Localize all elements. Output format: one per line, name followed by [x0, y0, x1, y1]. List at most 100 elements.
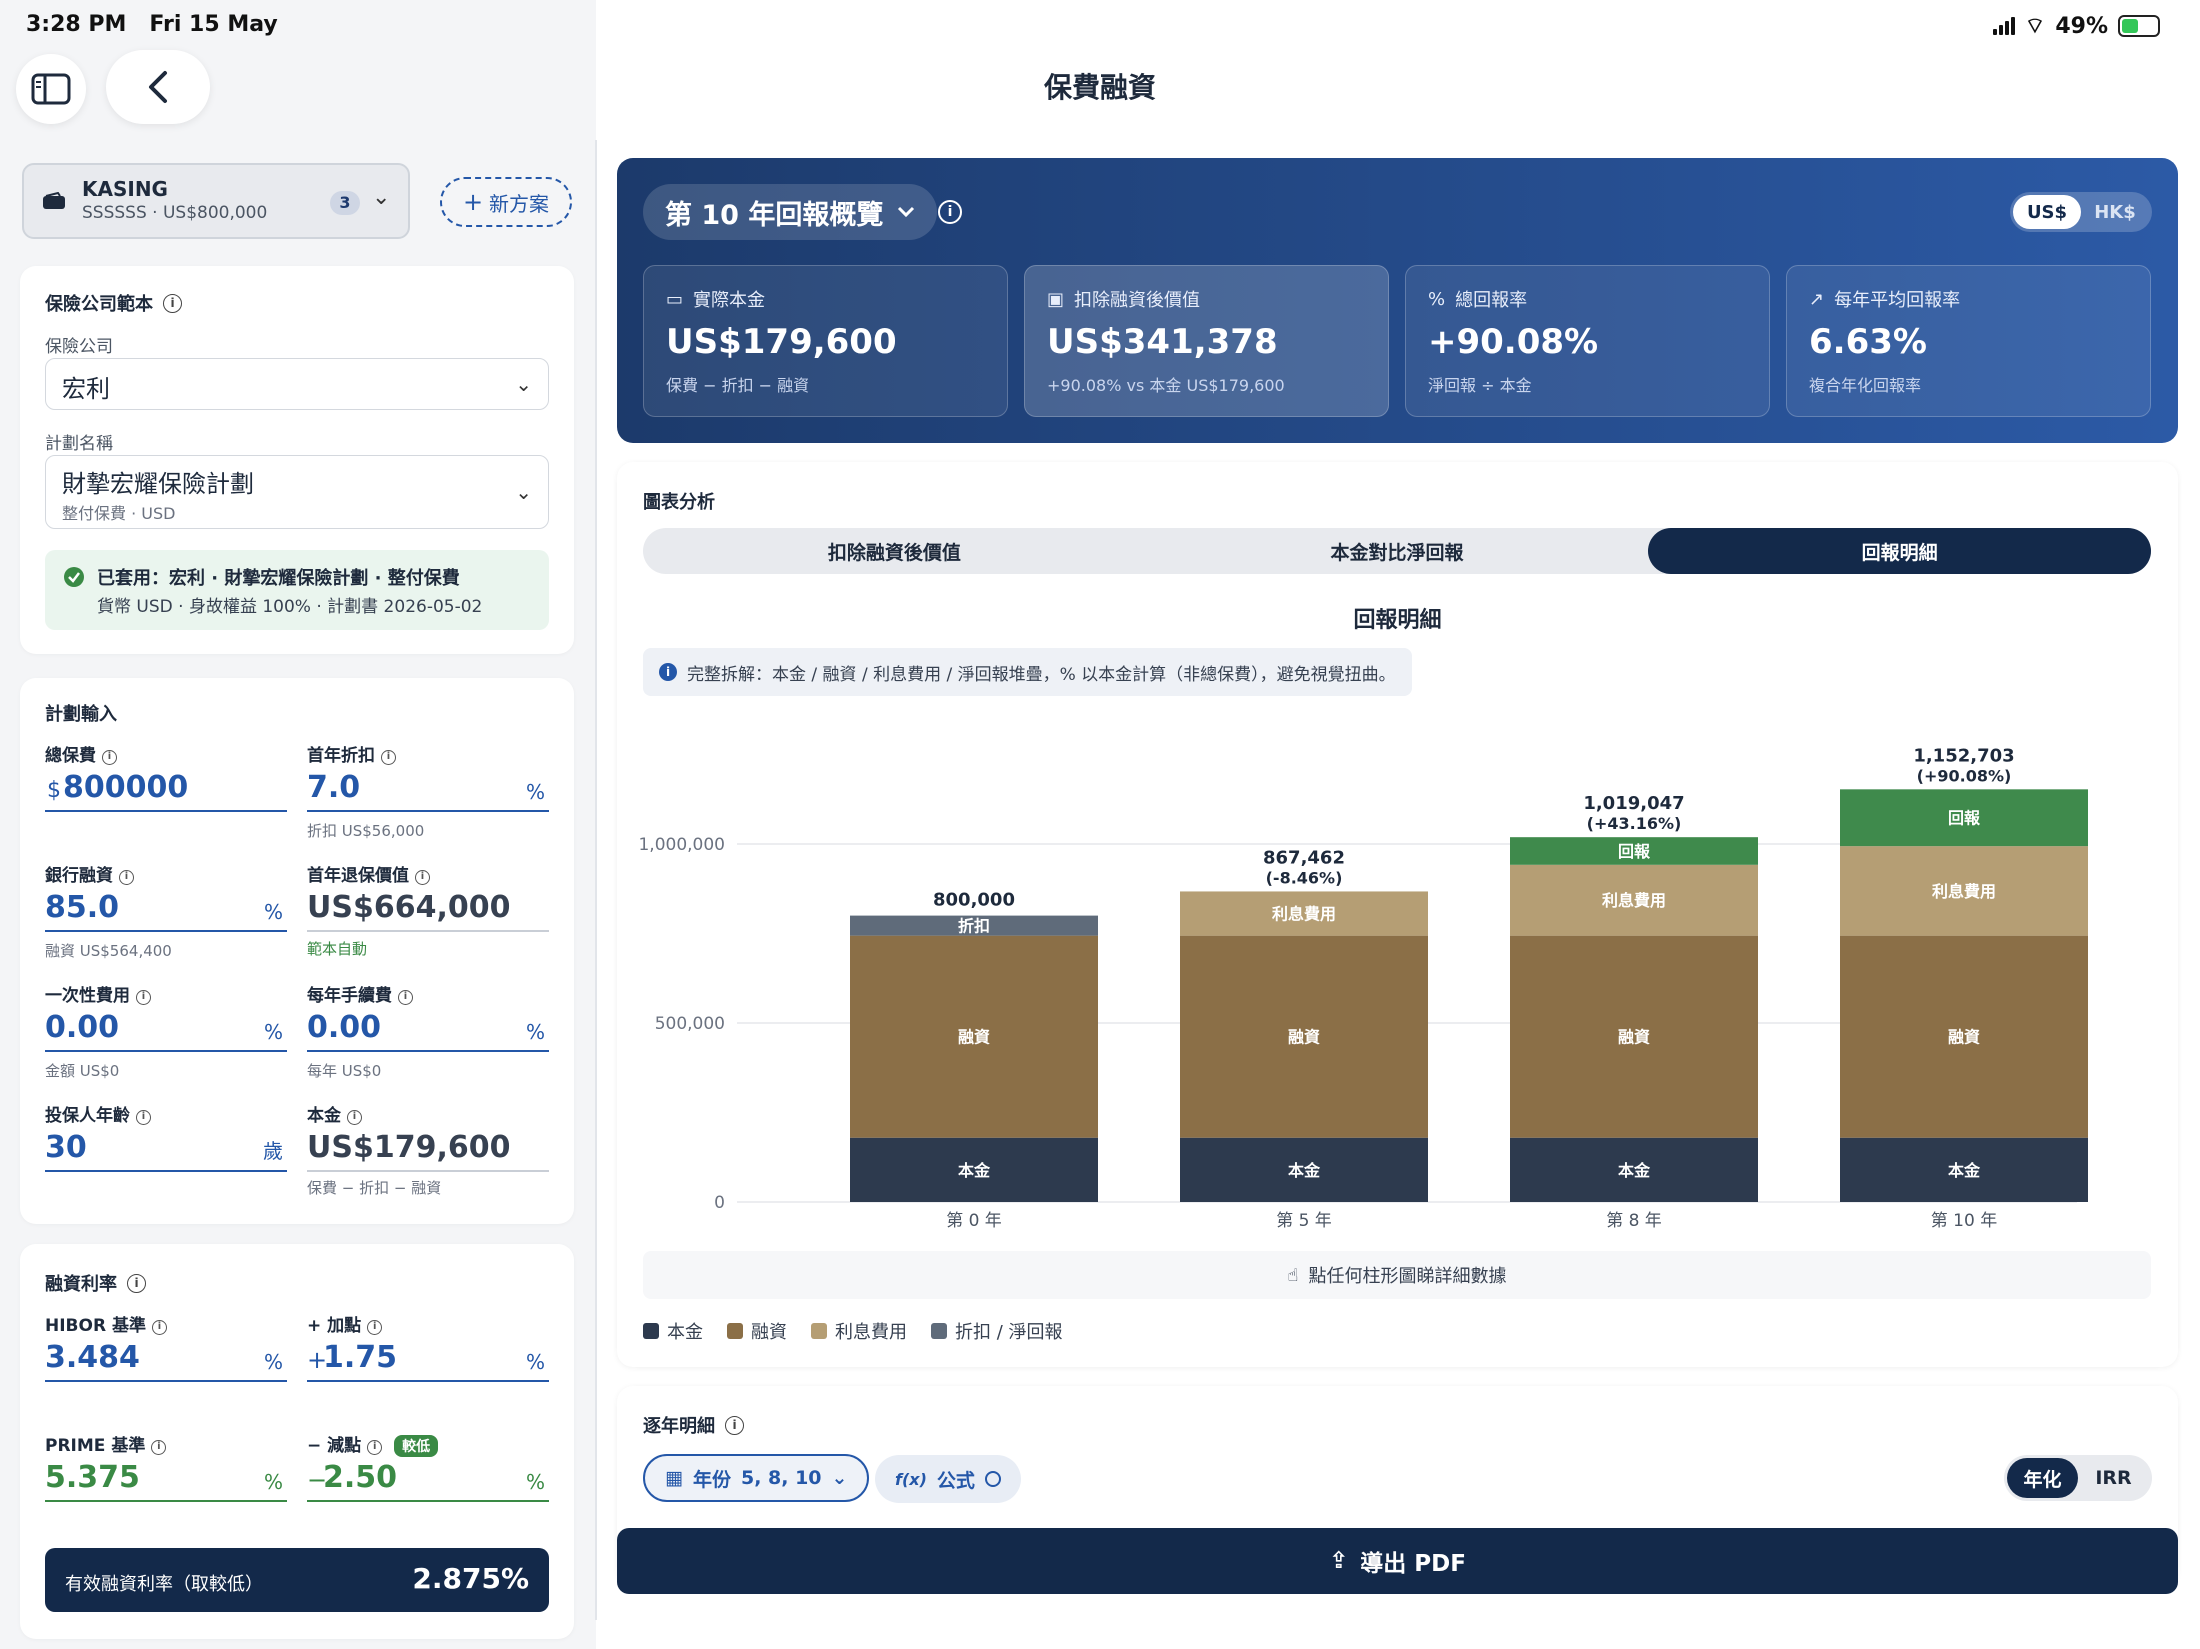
- currency-hkd[interactable]: HK$: [2081, 195, 2149, 229]
- info-icon[interactable]: i: [938, 200, 962, 224]
- x-tick-label: 第 5 年: [1276, 1211, 1332, 1231]
- year-overview-dropdown[interactable]: 第 10 年回報概覽: [643, 184, 938, 240]
- return-mode-toggle: 年化 IRR: [2004, 1455, 2152, 1501]
- prime-input[interactable]: 5.375 %: [45, 1456, 287, 1502]
- effective-rate-bar: 有效融資利率（取較低） 2.875%: [45, 1548, 549, 1612]
- bar-segment-label: 折扣: [958, 917, 990, 936]
- bar-segment-label: 本金: [1288, 1161, 1321, 1180]
- plus-spread-label: + 加點 i: [307, 1311, 383, 1336]
- discount-input[interactable]: 7.0 %: [307, 766, 549, 812]
- tab-net-value[interactable]: 扣除融資後價值: [643, 528, 1146, 574]
- currency-prefix: $: [47, 778, 61, 803]
- info-icon[interactable]: i: [136, 1110, 151, 1125]
- info-icon[interactable]: i: [398, 990, 413, 1005]
- mode-irr[interactable]: IRR: [2078, 1458, 2149, 1498]
- surrender-hint: 範本自動: [307, 940, 368, 958]
- trend-icon: ↗: [1809, 288, 1825, 310]
- info-icon[interactable]: i: [367, 1320, 383, 1335]
- new-plan-button[interactable]: + 新方案: [440, 177, 572, 227]
- annual-fee-input[interactable]: 0.00 %: [307, 1006, 549, 1052]
- chart-title: 回報明細: [1353, 608, 1442, 633]
- one-off-fee-unit: %: [263, 1020, 283, 1044]
- yearly-detail-title: 逐年明細 i: [643, 1412, 744, 1438]
- plus-spread-input[interactable]: + 1.75 %: [307, 1336, 549, 1382]
- one-off-fee-input[interactable]: 0.00 %: [45, 1006, 287, 1052]
- kpi-value: +90.08%: [1428, 322, 1599, 362]
- function-icon: f(x): [895, 1469, 927, 1489]
- tab-principal-vs-return[interactable]: 本金對比淨回報: [1146, 528, 1649, 574]
- chevron-down-icon: ⌄: [372, 185, 391, 210]
- surrender-label: 首年退保價值 i: [307, 861, 430, 886]
- plan-selector[interactable]: KASING SSSSSS · US$800,000 3 ⌄: [22, 163, 410, 239]
- info-icon[interactable]: i: [119, 870, 134, 885]
- kpi-title: 每年平均回報率: [1834, 290, 1961, 311]
- insurer-select[interactable]: 宏利 ⌄: [45, 358, 549, 410]
- discount-value: 7.0: [307, 770, 361, 805]
- panel-divider: [595, 140, 597, 1620]
- calendar-icon: ▦: [665, 1467, 683, 1489]
- plan-name-label: 計劃名稱: [45, 434, 113, 454]
- minus-spread-input[interactable]: − 2.50 %: [307, 1456, 549, 1502]
- check-badge-icon: [63, 566, 85, 592]
- legend-swatch: [727, 1323, 743, 1339]
- bar-segment-label: 融資: [958, 1028, 990, 1047]
- info-icon[interactable]: i: [415, 870, 430, 885]
- prime-label: PRIME 基準 i: [45, 1431, 167, 1456]
- info-icon[interactable]: i: [367, 1440, 383, 1455]
- info-icon[interactable]: i: [102, 750, 117, 765]
- new-plan-label: 新方案: [489, 191, 550, 216]
- applied-title: 已套用：宏利 · 財摯宏耀保險計劃 · 整付保費: [97, 568, 460, 589]
- premium-input[interactable]: $ 800000: [45, 766, 287, 812]
- surrender-value-field: US$664,000: [307, 886, 549, 932]
- status-indicators: ⌔ 49%: [1992, 12, 2160, 40]
- legend-item: 利息費用: [811, 1318, 907, 1344]
- bar-segment-label: 融資: [1948, 1028, 1980, 1047]
- export-pdf-button[interactable]: ⇪ 導出 PDF: [617, 1528, 2178, 1594]
- financing-rate-title: 融資利率 i: [45, 1270, 146, 1296]
- year-filter-label: 年份: [692, 1468, 731, 1491]
- kpi-value: US$341,378: [1047, 322, 1278, 362]
- status-time: 3:28 PM Fri 15 May: [26, 12, 278, 37]
- info-icon[interactable]: i: [725, 1415, 744, 1435]
- age-input[interactable]: 30 歲: [45, 1126, 287, 1172]
- loan-input[interactable]: 85.0 %: [45, 886, 287, 932]
- formula-toggle[interactable]: f(x) 公式: [875, 1455, 1021, 1503]
- plus-spread-unit: %: [525, 1350, 545, 1374]
- bar-pct-label: (+43.16%): [1587, 814, 1682, 833]
- effective-rate-value: 2.875%: [412, 1562, 529, 1595]
- currency-usd[interactable]: US$: [2013, 195, 2081, 229]
- mode-annualized[interactable]: 年化: [2007, 1458, 2078, 1498]
- info-icon[interactable]: i: [163, 293, 182, 313]
- info-icon[interactable]: i: [381, 750, 396, 765]
- x-tick-label: 第 10 年: [1931, 1211, 1997, 1231]
- info-icon[interactable]: i: [347, 1110, 362, 1125]
- info-icon[interactable]: i: [136, 990, 151, 1005]
- info-icon[interactable]: i: [151, 1320, 167, 1335]
- minus-spread-unit: %: [525, 1470, 545, 1494]
- kpi-annual-return: ↗ 每年平均回報率 6.63% 複合年化回報率: [1786, 265, 2151, 417]
- kpi-total-return: % 總回報率 +90.08% 淨回報 ÷ 本金: [1405, 265, 1770, 417]
- bar-segment-label: 利息費用: [1272, 905, 1336, 924]
- bar-segment-label: 融資: [1288, 1028, 1320, 1047]
- tab-return-breakdown[interactable]: 回報明細: [1648, 528, 2152, 574]
- year-filter-button[interactable]: ▦ 年份 5, 8, 10 ⌄: [643, 1454, 870, 1502]
- kpi-value: 6.63%: [1809, 322, 1927, 362]
- kpi-title: 實際本金: [693, 290, 766, 311]
- kpi-sub: 複合年化回報率: [1809, 376, 1922, 395]
- info-icon[interactable]: i: [127, 1273, 146, 1293]
- legend-item: 本金: [643, 1318, 703, 1344]
- export-pdf-label: 導出 PDF: [1360, 1551, 1466, 1577]
- x-tick-label: 第 0 年: [946, 1211, 1002, 1231]
- hibor-input[interactable]: 3.484 %: [45, 1336, 287, 1382]
- plan-count-badge: 3: [330, 191, 360, 215]
- template-title: 保險公司範本 i: [45, 290, 182, 316]
- kpi-value: US$179,600: [666, 322, 897, 362]
- info-icon[interactable]: i: [151, 1440, 167, 1455]
- wallet-icon: [42, 191, 66, 215]
- chevron-down-icon: [898, 206, 915, 218]
- return-breakdown-chart[interactable]: 0 500,000 1,000,000 本金 融資 折扣 800,000 第 0 年 本金 融資 利…: [617, 700, 2178, 1240]
- plan-name-select[interactable]: 財摯宏耀保險計劃 整付保費 · USD ⌄: [45, 455, 549, 529]
- x-tick-label: 第 8 年: [1606, 1211, 1662, 1231]
- one-off-fee-label: 一次性費用 i: [45, 981, 151, 1006]
- legend-swatch: [643, 1323, 659, 1339]
